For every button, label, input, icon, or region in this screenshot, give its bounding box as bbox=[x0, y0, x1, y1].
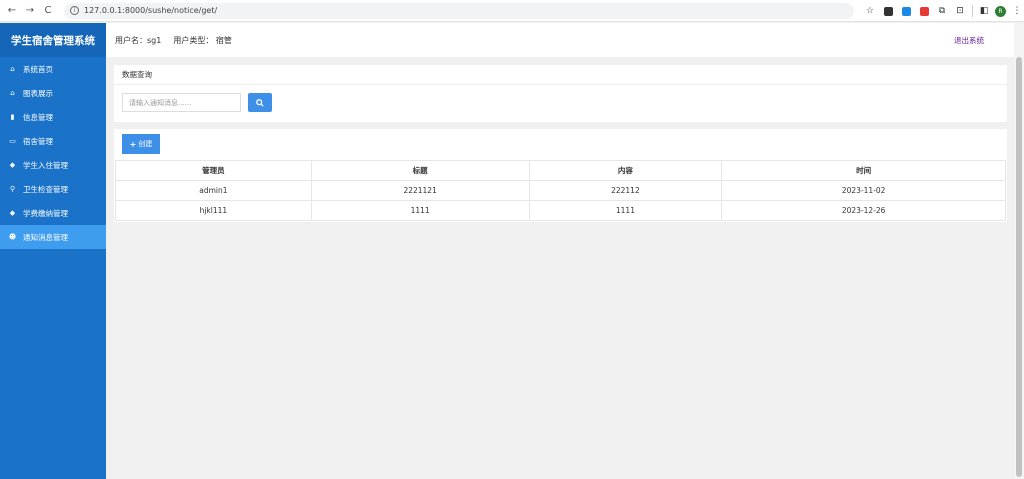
sidebar-item-label: 图表展示 bbox=[23, 88, 53, 98]
reload-icon[interactable]: C bbox=[40, 3, 56, 19]
notice-table-panel: + 创建 管理员 标题 内容 时间 admin1 2221121 222112 … bbox=[114, 129, 1007, 222]
column-header-admin: 管理员 bbox=[115, 160, 312, 181]
table-header-row: 管理员 标题 内容 时间 bbox=[115, 160, 1006, 181]
table-cell-admin: hjkl111 bbox=[115, 200, 312, 221]
usertype-label: 用户类型： 宿管 bbox=[173, 35, 232, 45]
diamond-icon: ◆ bbox=[9, 161, 16, 169]
sidebar-item[interactable]: ⌂ 系统首页 bbox=[0, 57, 106, 81]
table-cell-content: 222112 bbox=[528, 180, 723, 201]
forward-icon[interactable]: → bbox=[22, 3, 38, 19]
home-icon: ⌂ bbox=[10, 65, 15, 73]
sidebar-item-label: 信息管理 bbox=[23, 112, 53, 122]
table-cell-time: 2023-12-26 bbox=[721, 200, 1006, 221]
table-cell-admin: admin1 bbox=[115, 180, 312, 201]
extension-blue-icon[interactable] bbox=[899, 4, 913, 18]
extension-red-icon[interactable] bbox=[917, 4, 931, 18]
sidebar-item-label: 学生入住管理 bbox=[23, 160, 68, 170]
notice-table: 管理员 标题 内容 时间 admin1 2221121 222112 2023-… bbox=[115, 160, 1006, 221]
sidebar-item[interactable]: ▮ 信息管理 bbox=[0, 105, 106, 129]
broom-icon: ⚲ bbox=[9, 185, 16, 193]
table-row[interactable]: hjkl111 1111 1111 2023-12-26 bbox=[115, 200, 1006, 221]
profile-avatar[interactable]: R bbox=[995, 5, 1006, 17]
browser-toolbar: ← → C i 127.0.0.1:8000/sushe/notice/get/… bbox=[0, 0, 1024, 22]
table-cell-content: 1111 bbox=[528, 200, 723, 221]
brand-title: 学生宿舍管理系统 bbox=[0, 23, 106, 57]
more-menu-icon[interactable]: ⋮ bbox=[1010, 4, 1024, 18]
table-cell-time: 2023-11-02 bbox=[721, 180, 1006, 201]
search-panel-title: 数据查询 bbox=[114, 65, 1007, 85]
sidebar-item-label: 卫生检查管理 bbox=[23, 184, 68, 194]
column-header-title: 标题 bbox=[310, 160, 530, 181]
create-button-label: 创建 bbox=[138, 140, 153, 148]
document-icon: ▮ bbox=[10, 113, 15, 121]
table-row[interactable]: admin1 2221121 222112 2023-11-02 bbox=[115, 180, 1006, 201]
top-header: 用户名：sg1 用户类型： 宿管 退出系统 bbox=[106, 23, 1014, 57]
site-info-icon[interactable]: i bbox=[70, 6, 79, 15]
star-icon[interactable]: ☆ bbox=[863, 4, 877, 18]
sidebar-item[interactable]: ◆ 学费缴纳管理 bbox=[0, 201, 106, 225]
search-panel: 数据查询 请输入通知消息...... bbox=[114, 65, 1007, 122]
puzzle-icon[interactable]: ⊡ bbox=[953, 4, 967, 18]
id-card-icon: ▭ bbox=[9, 137, 16, 145]
search-icon bbox=[256, 98, 264, 107]
sidebar-item[interactable]: ⌂ 图表展示 bbox=[0, 81, 106, 105]
username-label: 用户名：sg1 bbox=[115, 35, 162, 45]
sidebar-item-label: 学费缴纳管理 bbox=[23, 208, 68, 218]
sidebar-menu: ⌂ 系统首页 ⌂ 图表展示 ▮ 信息管理 ▭ 宿舍管理 ◆ 学生入住管理 ⚲ 卫生检查管理 ◆ 学费缴纳管… bbox=[0, 57, 106, 249]
column-header-content: 内容 bbox=[528, 160, 723, 181]
sidebar-item[interactable]: ☻ 通知消息管理 bbox=[0, 225, 106, 249]
logout-link[interactable]: 退出系统 bbox=[954, 35, 984, 46]
page-scrollbar[interactable] bbox=[1014, 23, 1024, 479]
browser-extensions: ☆ ⧉ ⊡ ◧ R ⋮ bbox=[859, 3, 1024, 19]
extension-dark-icon[interactable] bbox=[881, 4, 895, 18]
address-bar[interactable]: i 127.0.0.1:8000/sushe/notice/get/ bbox=[64, 2, 854, 19]
sidebar-item[interactable]: ⚲ 卫生检查管理 bbox=[0, 177, 106, 201]
address-bar-url: 127.0.0.1:8000/sushe/notice/get/ bbox=[84, 6, 218, 15]
diamond-icon: ◆ bbox=[9, 209, 16, 217]
home-icon: ⌂ bbox=[10, 89, 15, 97]
back-icon[interactable]: ← bbox=[4, 3, 20, 19]
sidebar-item[interactable]: ◆ 学生入住管理 bbox=[0, 153, 106, 177]
toolbar-divider bbox=[972, 5, 973, 17]
column-header-time: 时间 bbox=[721, 160, 1006, 181]
sidebar: 学生宿舍管理系统 ⌂ 系统首页 ⌂ 图表展示 ▮ 信息管理 ▭ 宿舍管理 ◆ 学生入住管理 ⚲ 卫生检… bbox=[0, 23, 106, 479]
sidebar-item-label: 宿舍管理 bbox=[23, 136, 53, 146]
plus-icon: + bbox=[129, 139, 137, 149]
sidebar-item-label: 系统首页 bbox=[23, 64, 53, 74]
search-input[interactable]: 请输入通知消息...... bbox=[122, 93, 241, 112]
users-icon: ☻ bbox=[8, 233, 17, 241]
sidebar-item[interactable]: ▭ 宿舍管理 bbox=[0, 129, 106, 153]
search-button[interactable] bbox=[248, 93, 272, 112]
table-cell-title: 1111 bbox=[310, 200, 530, 221]
sidepanel-icon[interactable]: ◧ bbox=[977, 4, 991, 18]
table-cell-title: 2221121 bbox=[310, 180, 530, 201]
scrollbar-thumb[interactable] bbox=[1016, 57, 1022, 477]
copy-icon[interactable]: ⧉ bbox=[935, 4, 949, 18]
create-button[interactable]: + 创建 bbox=[122, 134, 160, 154]
sidebar-item-label: 通知消息管理 bbox=[23, 232, 68, 242]
